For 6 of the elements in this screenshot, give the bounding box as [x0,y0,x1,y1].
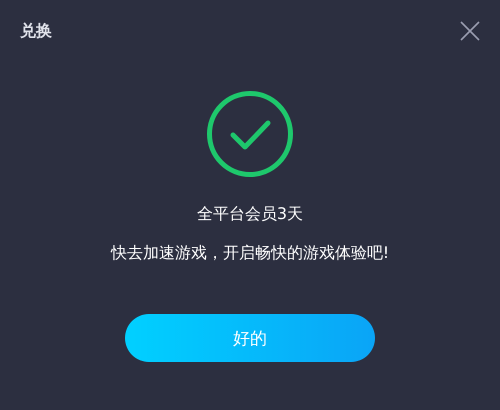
check-circle-icon [206,90,294,178]
detail-message: 快去加速游戏，开启畅快的游戏体验吧! [110,243,390,264]
close-icon[interactable] [460,21,480,41]
ok-button[interactable]: 好的 [125,314,375,362]
success-message: 全平台会员3天 [196,204,304,225]
dialog-title: 兑换 [20,20,52,42]
